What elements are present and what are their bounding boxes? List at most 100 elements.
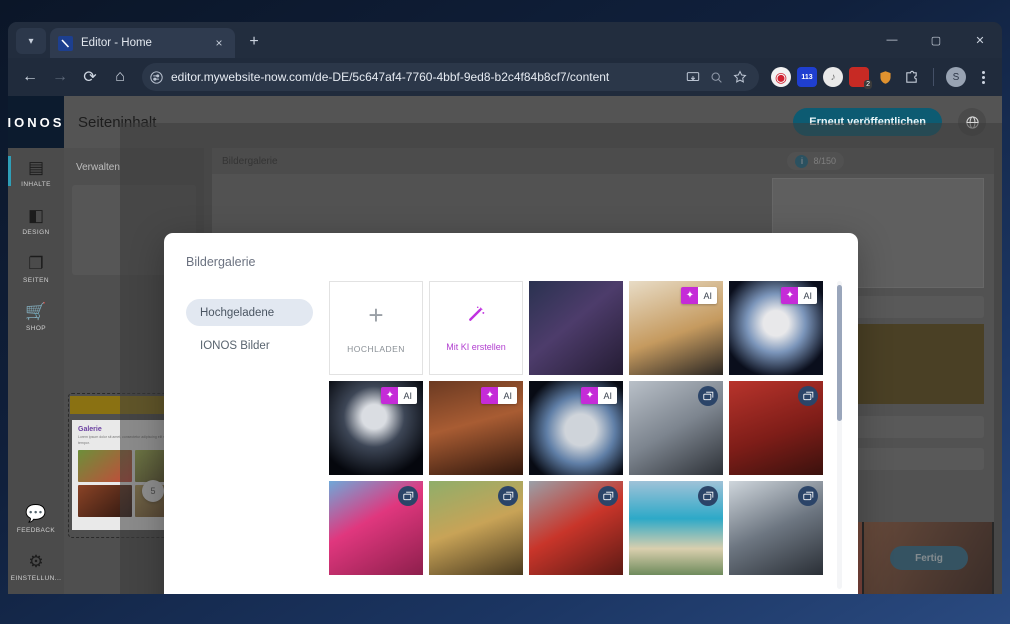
tab-close-icon[interactable]: × xyxy=(211,35,227,51)
stacked-images-icon xyxy=(798,486,818,506)
sidebar-item-label: IONOS Bilder xyxy=(200,339,270,352)
puzzle-extensions-icon[interactable] xyxy=(901,67,921,87)
create-with-ai-tile[interactable]: Mit KI erstellen xyxy=(429,281,523,375)
stacked-images-icon xyxy=(698,386,718,406)
image-tile-moon-earth-hybrid[interactable]: ✦ AI xyxy=(529,381,623,475)
sidebar-item-hochgeladene[interactable]: Hochgeladene xyxy=(186,299,313,326)
toolbar-divider xyxy=(933,68,934,86)
maximize-button[interactable]: ▢ xyxy=(914,22,958,58)
star-icon[interactable] xyxy=(733,70,747,84)
cast-icon[interactable] xyxy=(686,70,700,84)
image-tile-guitarist-blue-hat[interactable] xyxy=(529,281,623,375)
ai-badge-label: AI xyxy=(798,287,817,304)
ai-badge: ✦ AI xyxy=(581,387,617,404)
stacked-images-icon xyxy=(498,486,518,506)
avatar[interactable]: S xyxy=(946,67,966,87)
sidebar-item-design[interactable]: ◧ DESIGN xyxy=(8,196,64,244)
image-tile-cyclist-with-bicycle[interactable] xyxy=(729,481,823,575)
image-tile-vintage-trolley-bus[interactable] xyxy=(429,481,523,575)
kebab-menu-icon[interactable] xyxy=(972,65,994,89)
image-tile-coastal-bay-aerial[interactable] xyxy=(629,481,723,575)
dialog-sidebar: Bildergalerie Hochgeladene IONOS Bilder xyxy=(164,233,329,594)
sidebar-item-label: SHOP xyxy=(25,325,47,332)
ai-badge: ✦ AI xyxy=(781,287,817,304)
image-tile-pink-snog-double-decker[interactable] xyxy=(329,481,423,575)
music-extension-icon[interactable]: ♪ xyxy=(823,67,843,87)
browser-window: ▾ Editor - Home × + — ▢ ✕ ← → ⟳ ⌂ editor… xyxy=(8,22,1002,594)
opera-extension-icon[interactable]: ◉ xyxy=(771,67,791,87)
image-tile-mars-red-mountain[interactable]: ✦ AI xyxy=(429,381,523,475)
reload-button[interactable]: ⟳ xyxy=(76,63,104,91)
counter-extension-icon[interactable]: 113 xyxy=(797,67,817,87)
red-extension-icon[interactable]: 2 xyxy=(849,67,872,89)
ai-badge: ✦ AI xyxy=(481,387,517,404)
image-grid-scroll-area[interactable]: + HOCHLADEN Mit KI erstellen ✦ AI ✦ AI ✦… xyxy=(329,281,836,589)
grid-scrollbar-track[interactable] xyxy=(837,281,842,589)
dialog-main: + HOCHLADEN Mit KI erstellen ✦ AI ✦ AI ✦… xyxy=(329,233,858,594)
stacked-images-icon xyxy=(398,486,418,506)
sidebar-item-seiten[interactable]: ❐ SEITEN xyxy=(8,244,64,292)
sidebar-item-inhalte[interactable]: ▤ INHALTE xyxy=(8,148,64,196)
shield-extension-icon[interactable] xyxy=(875,67,895,87)
sidebar-item-label: Hochgeladene xyxy=(200,306,275,319)
image-grid: + HOCHLADEN Mit KI erstellen ✦ AI ✦ AI ✦… xyxy=(329,281,836,575)
search-icon[interactable] xyxy=(710,71,723,84)
home-button[interactable]: ⌂ xyxy=(106,63,134,91)
tab-search-chevron-down-icon[interactable]: ▾ xyxy=(16,28,46,54)
image-tile-red-bus-motion-blur[interactable] xyxy=(529,481,623,575)
sidebar-item-label: SEITEN xyxy=(23,277,49,284)
ai-badge-label: AI xyxy=(598,387,617,404)
tab-title: Editor - Home xyxy=(81,37,152,49)
image-tile-acoustic-guitar-desert[interactable]: ✦ AI xyxy=(629,281,723,375)
page-settings-icon[interactable] xyxy=(150,70,163,84)
address-bar[interactable]: editor.mywebsite-now.com/de-DE/5c647af4-… xyxy=(142,63,759,91)
upload-tile[interactable]: + HOCHLADEN xyxy=(329,281,423,375)
sidebar-item-einstellungen[interactable]: ⚙ EINSTELLUN... xyxy=(8,542,64,590)
back-button[interactable]: ← xyxy=(16,63,44,91)
stacked-images-icon xyxy=(798,386,818,406)
sidebar-item-label: INHALTE xyxy=(21,181,51,188)
red-extension-badge: 2 xyxy=(864,80,872,89)
sidebar-bottom-group: 💬 FEEDBACK ⚙ EINSTELLUN... xyxy=(8,494,64,590)
create-with-ai-label: Mit KI erstellen xyxy=(446,342,506,352)
browser-tab[interactable]: Editor - Home × xyxy=(50,28,235,58)
dialog-title: Bildergalerie xyxy=(186,255,256,269)
image-tile-astronaut-helmet-earth[interactable]: ✦ AI xyxy=(729,281,823,375)
sidebar-item-feedback[interactable]: 💬 FEEDBACK xyxy=(8,494,64,542)
window-controls: — ▢ ✕ xyxy=(870,22,1002,58)
url-text: editor.mywebsite-now.com/de-DE/5c647af4-… xyxy=(171,70,610,84)
design-icon: ◧ xyxy=(27,206,45,225)
tab-strip: ▾ Editor - Home × + — ▢ ✕ xyxy=(8,22,1002,58)
editor-sidebar: IONOS ▤ INHALTE ◧ DESIGN ❐ SEITEN 🛒 SHOP… xyxy=(8,96,64,594)
grid-scrollbar-thumb[interactable] xyxy=(837,285,842,421)
ai-badge-label: AI xyxy=(398,387,417,404)
ai-badge-label: AI xyxy=(498,387,517,404)
sparkle-icon: ✦ xyxy=(381,387,399,404)
pages-icon: ❐ xyxy=(28,254,44,273)
ai-badge: ✦ AI xyxy=(381,387,417,404)
feedback-icon: 💬 xyxy=(25,504,47,523)
sparkle-icon: ✦ xyxy=(481,387,499,404)
ai-badge: ✦ AI xyxy=(681,287,717,304)
new-tab-button[interactable]: + xyxy=(241,29,267,55)
minimize-button[interactable]: — xyxy=(870,22,914,58)
forward-button[interactable]: → xyxy=(46,63,74,91)
sidebar-item-shop[interactable]: 🛒 SHOP xyxy=(8,292,64,340)
extensions-row: ◉ 113 ♪ 2 S xyxy=(767,65,994,89)
stacked-images-icon xyxy=(598,486,618,506)
content-icon: ▤ xyxy=(27,158,45,177)
cart-icon: 🛒 xyxy=(25,302,47,321)
settings-gear-icon: ⚙ xyxy=(28,552,44,571)
close-window-button[interactable]: ✕ xyxy=(958,22,1002,58)
image-tile-aircraft-cockpit-panel[interactable] xyxy=(629,381,723,475)
sparkle-icon: ✦ xyxy=(581,387,599,404)
image-tile-red-bus-interior[interactable] xyxy=(729,381,823,475)
sidebar-item-label: FEEDBACK xyxy=(16,527,56,534)
plus-icon: + xyxy=(368,300,384,330)
page-viewport: IONOS ▤ INHALTE ◧ DESIGN ❐ SEITEN 🛒 SHOP… xyxy=(8,96,1002,594)
sparkle-icon: ✦ xyxy=(781,287,799,304)
image-tile-astronauts-floating-space[interactable]: ✦ AI xyxy=(329,381,423,475)
sidebar-item-label: EINSTELLUN... xyxy=(10,575,62,582)
upload-tile-label: HOCHLADEN xyxy=(347,344,405,354)
sidebar-item-ionos-bilder[interactable]: IONOS Bilder xyxy=(186,332,313,359)
